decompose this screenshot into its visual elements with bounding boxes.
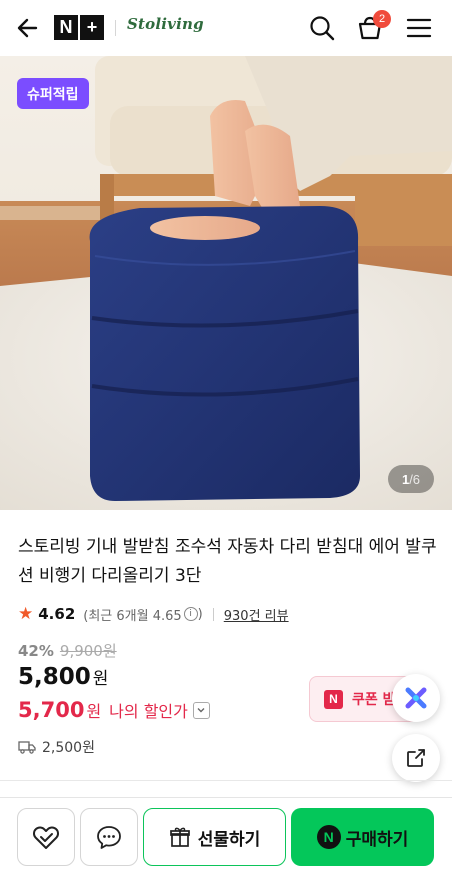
recent-rating-close: ) — [197, 606, 203, 622]
shipping-fee-value: 2,500원 — [42, 740, 95, 756]
wishlist-button[interactable] — [17, 808, 75, 866]
search-icon[interactable] — [307, 13, 337, 43]
sparkle-x-icon — [405, 687, 427, 709]
product-photo — [0, 56, 452, 510]
bottom-action-bar: 선물하기 N 구매하기 — [0, 797, 452, 886]
top-header: N + Stoliving 2 — [0, 0, 452, 56]
discount-row: 42% 9,900원 — [18, 640, 117, 661]
logo-letter-n: N — [54, 15, 78, 40]
reviews-link[interactable]: 930건 리뷰 — [224, 605, 289, 624]
star-icon: ★ — [18, 604, 34, 624]
store-brand-name[interactable]: Stoliving — [127, 15, 204, 33]
menu-icon[interactable] — [404, 13, 434, 43]
chat-bubble-icon — [97, 826, 121, 849]
gift-icon — [169, 827, 190, 847]
shipping-fee: 2,500원 — [18, 737, 95, 757]
rating-row: ★ 4.62 (최근 6개월 4.65 i ) 930건 리뷰 — [18, 603, 289, 625]
talk-talk-button[interactable] — [80, 808, 138, 866]
naver-plus-logo[interactable]: N + — [54, 15, 104, 40]
pager-current: 1 — [401, 471, 410, 487]
sale-price-unit: 원 — [92, 669, 109, 689]
back-arrow-icon[interactable] — [14, 14, 42, 42]
chevron-down-icon[interactable] — [192, 701, 210, 719]
image-pager: 1/6 — [388, 465, 434, 493]
buy-label: 구매하기 — [345, 829, 409, 850]
my-discount-price[interactable]: 5,700 원 나의 할인가 — [18, 698, 210, 722]
buy-button[interactable]: N 구매하기 — [291, 808, 434, 866]
super-points-badge: 슈퍼적립 — [17, 78, 89, 109]
share-icon — [407, 749, 425, 767]
section-divider — [0, 780, 452, 781]
gift-button[interactable]: 선물하기 — [143, 808, 286, 866]
product-title: 스토리빙 기내 발받침 조수석 자동차 다리 받침대 에어 발쿠션 비행기 다리… — [18, 537, 437, 586]
truck-icon — [18, 741, 36, 754]
recent-rating: (최근 6개월 4.65 — [83, 608, 182, 624]
share-button[interactable] — [392, 734, 440, 782]
sale-price: 5,800 원 — [18, 664, 108, 690]
my-price-value: 5,700 — [18, 698, 85, 722]
ai-assistant-button[interactable] — [392, 674, 440, 722]
gift-label: 선물하기 — [197, 829, 261, 850]
rating-score: 4.62 — [38, 605, 76, 623]
sale-price-value: 5,800 — [18, 664, 91, 690]
naver-n-icon: N — [324, 689, 343, 709]
logo-letter-plus: + — [80, 15, 104, 40]
coupon-label: 쿠폰 받 — [352, 692, 396, 708]
discount-percent: 42% — [18, 641, 54, 660]
pager-total: /6 — [409, 471, 421, 487]
cart-count-badge: 2 — [373, 10, 391, 28]
original-price: 9,900원 — [59, 642, 117, 660]
header-divider — [115, 20, 116, 36]
rating-divider — [212, 607, 214, 621]
naver-pay-icon: N — [316, 825, 341, 849]
product-image-carousel[interactable] — [0, 56, 452, 510]
heart-check-icon — [33, 826, 59, 849]
my-price-unit: 원 — [86, 702, 102, 721]
my-price-label: 나의 할인가 — [109, 702, 188, 721]
info-icon[interactable]: i — [183, 607, 198, 621]
